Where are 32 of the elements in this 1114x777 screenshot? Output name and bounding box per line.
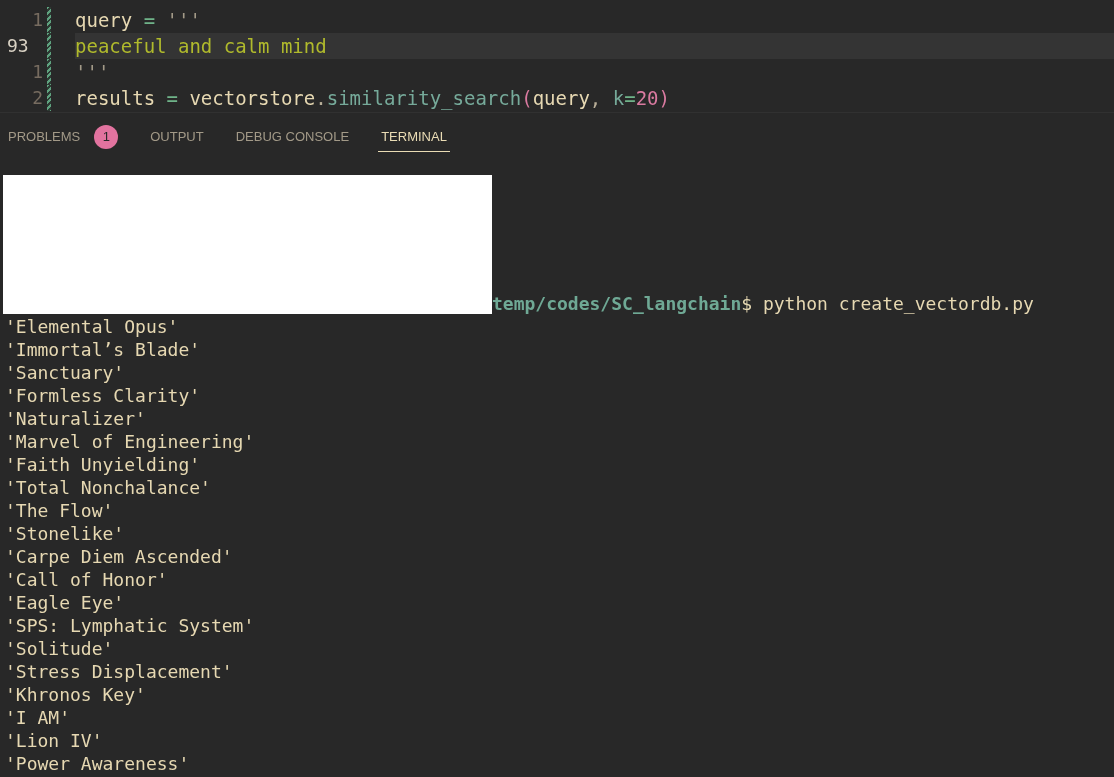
code-line: results = vectorstore.similarity_search(query, k=20) xyxy=(75,86,671,111)
terminal-prompt-line: temp/codes/SC_langchain$ python create_vectordb.py xyxy=(492,292,1034,315)
terminal-output-line: 'Stress Displacement' xyxy=(4,660,234,683)
code-line: ''' xyxy=(75,60,111,85)
terminal-output-line: 'Sanctuary' xyxy=(4,361,126,384)
line-number: 1 xyxy=(31,60,44,84)
terminal-output-line: 'Call of Honor' xyxy=(4,568,169,591)
terminal-output-line: 'Elemental Opus' xyxy=(4,315,180,338)
terminal-output-line: 'Power Awareness' xyxy=(4,752,191,775)
terminal-output-line: 'Formless Clarity' xyxy=(4,384,202,407)
terminal-output-line: 'Immortal’s Blade' xyxy=(4,338,202,361)
terminal-output-line: 'Stonelike' xyxy=(4,522,126,545)
terminal-output-line: 'Eagle Eye' xyxy=(4,591,126,614)
terminal-output-line: 'Marvel of Engineering' xyxy=(4,430,256,453)
terminal-output-line: 'Lion IV' xyxy=(4,729,104,752)
line-number: 1 xyxy=(31,8,44,32)
problems-count-badge: 1 xyxy=(94,125,119,149)
terminal-output-line: 'Faith Unyielding' xyxy=(4,453,202,476)
terminal-output-line: 'Carpe Diem Ascended' xyxy=(4,545,234,568)
panel-tab[interactable]: DEBUG CONSOLE xyxy=(232,129,353,152)
terminal-output-line: 'Khronos Key' xyxy=(4,683,147,706)
terminal-output-line: 'I AM' xyxy=(4,706,72,729)
panel-tab[interactable]: TERMINAL xyxy=(378,129,450,152)
terminal-output-line: 'Naturalizer' xyxy=(4,407,147,430)
terminal-output-line: 'Total Nonchalance' xyxy=(4,476,212,499)
line-number: 93 xyxy=(6,34,30,58)
line-number: 2 xyxy=(31,86,44,110)
code-line: query = ''' xyxy=(75,8,202,33)
terminal-output-line: 'Solitude' xyxy=(4,637,115,660)
panel-tab[interactable]: OUTPUT xyxy=(147,129,207,152)
terminal-output-line: 'The Flow' xyxy=(4,499,115,522)
terminal-output-line: 'SPS: Lymphatic System' xyxy=(4,614,256,637)
